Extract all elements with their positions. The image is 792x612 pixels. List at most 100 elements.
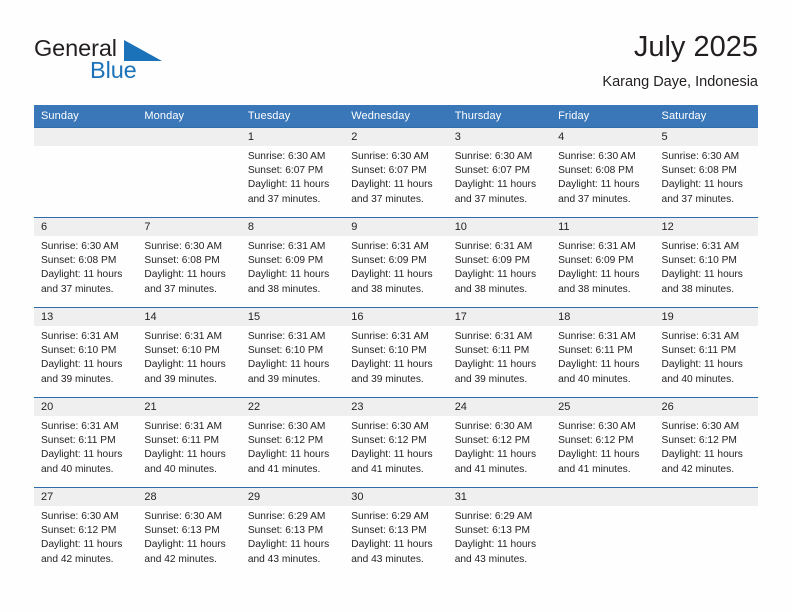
calendar-day-cell[interactable]: 4 Sunrise: 6:30 AM Sunset: 6:08 PM Daylight… <box>551 127 655 218</box>
day-daylight-text: and 39 minutes. <box>351 373 424 385</box>
calendar-day-cell[interactable]: 6 Sunrise: 6:30 AM Sunset: 6:08 PM Daylight… <box>34 217 138 308</box>
calendar-day-cell[interactable]: 12 Sunrise: 6:31 AM Sunset: 6:10 PM Dayligh… <box>654 217 758 308</box>
day-number: 20 <box>34 398 138 416</box>
weekday-header-thursday: Thursday <box>447 105 552 128</box>
day-daylight-text: and 37 minutes. <box>558 193 631 205</box>
day-daylight-text: and 43 minutes. <box>247 553 321 565</box>
calendar-day-cell[interactable]: 23 Sunrise: 6:30 AM Sunset: 6:12 PM Dayligh… <box>344 397 448 488</box>
page-title: July 2025 <box>633 31 758 63</box>
calendar-day-cell[interactable]: 3 Sunrise: 6:30 AM Sunset: 6:07 PM Daylight… <box>447 127 552 218</box>
day-sunset-text: Sunset: 6:09 PM <box>558 255 634 267</box>
day-sunrise-text: Sunrise: 6:30 AM <box>41 241 119 252</box>
day-daylight-text: Daylight: 11 hours <box>661 449 743 461</box>
day-number: 16 <box>344 308 448 326</box>
calendar-day-cell[interactable]: 27 Sunrise: 6:30 AM Sunset: 6:12 PM Dayligh… <box>34 487 138 578</box>
day-number: 5 <box>654 128 758 146</box>
day-sunset-text: Sunset: 6:13 PM <box>247 525 324 537</box>
day-sunset-text: Sunset: 6:11 PM <box>454 345 530 357</box>
day-number: 3 <box>447 128 552 146</box>
day-sunrise-text: Sunrise: 6:29 AM <box>454 511 533 522</box>
day-daylight-text: and 42 minutes. <box>41 553 114 565</box>
day-number: 12 <box>654 218 758 236</box>
title-block: July 2025 Karang Daye, Indonesia <box>602 30 758 92</box>
calendar-day-cell[interactable]: 10 Sunrise: 6:31 AM Sunset: 6:09 PM Dayligh… <box>447 217 552 308</box>
calendar-day-cell[interactable]: 31 Sunrise: 6:29 AM Sunset: 6:13 PM Dayligh… <box>447 487 552 578</box>
day-sunset-text: Sunset: 6:13 PM <box>144 525 220 537</box>
day-number <box>34 128 138 146</box>
calendar-day-cell[interactable]: 15 Sunrise: 6:31 AM Sunset: 6:10 PM Dayligh… <box>240 307 345 398</box>
calendar-day-cell[interactable]: 5 Sunrise: 6:30 AM Sunset: 6:08 PM Daylight… <box>654 127 758 218</box>
day-number <box>654 488 758 506</box>
calendar-day-cell[interactable]: 28 Sunrise: 6:30 AM Sunset: 6:13 PM Dayligh… <box>137 487 241 578</box>
day-number: 28 <box>137 488 241 506</box>
calendar-day-cell[interactable]: 24 Sunrise: 6:30 AM Sunset: 6:12 PM Dayligh… <box>447 397 552 488</box>
calendar-day-cell[interactable]: 16 Sunrise: 6:31 AM Sunset: 6:10 PM Dayligh… <box>344 307 448 398</box>
day-details: Sunrise: 6:31 AM Sunset: 6:09 PM Daylight:… <box>551 236 654 297</box>
day-daylight-text: and 37 minutes. <box>144 283 217 295</box>
day-details: Sunrise: 6:31 AM Sunset: 6:11 PM Daylight:… <box>34 416 137 477</box>
day-details: Sunrise: 6:31 AM Sunset: 6:11 PM Daylight:… <box>137 416 240 477</box>
day-details: Sunrise: 6:31 AM Sunset: 6:11 PM Daylight:… <box>448 326 551 387</box>
day-daylight-text: Daylight: 11 hours <box>247 449 330 461</box>
day-daylight-text: Daylight: 11 hours <box>558 269 640 281</box>
calendar-body: 1 Sunrise: 6:30 AM Sunset: 6:07 PM Daylight… <box>34 127 758 578</box>
day-sunset-text: Sunset: 6:10 PM <box>247 345 324 357</box>
calendar-day-cell[interactable]: 26 Sunrise: 6:30 AM Sunset: 6:12 PM Dayligh… <box>654 397 758 488</box>
calendar-day-cell[interactable]: 30 Sunrise: 6:29 AM Sunset: 6:13 PM Dayligh… <box>344 487 448 578</box>
day-sunrise-text: Sunrise: 6:30 AM <box>454 151 533 162</box>
calendar-header-row: Sunday Monday Tuesday Wednesday Thursday Frid… <box>34 105 758 128</box>
day-daylight-text: and 43 minutes. <box>454 553 528 565</box>
weekday-header-tuesday: Tuesday <box>240 105 345 128</box>
calendar-day-cell[interactable]: 7 Sunrise: 6:30 AM Sunset: 6:08 PM Daylight… <box>137 217 241 308</box>
day-sunrise-text: Sunrise: 6:31 AM <box>41 331 119 342</box>
general-blue-logo[interactable]: General Blue <box>34 36 264 88</box>
calendar-day-cell[interactable]: 17 Sunrise: 6:31 AM Sunset: 6:11 PM Dayligh… <box>447 307 552 398</box>
day-details: Sunrise: 6:31 AM Sunset: 6:11 PM Daylight:… <box>551 326 654 387</box>
day-sunset-text: Sunset: 6:09 PM <box>454 255 531 267</box>
day-sunrise-text: Sunrise: 6:31 AM <box>661 331 740 342</box>
day-daylight-text: Daylight: 11 hours <box>351 179 433 191</box>
calendar-day-cell[interactable]: 21 Sunrise: 6:31 AM Sunset: 6:11 PM Dayligh… <box>137 397 241 488</box>
calendar-day-cell[interactable]: 20 Sunrise: 6:31 AM Sunset: 6:11 PM Dayligh… <box>34 397 138 488</box>
day-sunrise-text: Sunrise: 6:30 AM <box>558 421 636 432</box>
calendar-day-cell[interactable]: 11 Sunrise: 6:31 AM Sunset: 6:09 PM Dayligh… <box>551 217 655 308</box>
day-daylight-text: Daylight: 11 hours <box>144 539 226 551</box>
day-number: 25 <box>551 398 655 416</box>
day-sunset-text: Sunset: 6:10 PM <box>351 345 427 357</box>
calendar-day-cell-empty <box>34 127 138 218</box>
day-sunrise-text: Sunrise: 6:30 AM <box>247 421 326 432</box>
day-sunrise-text: Sunrise: 6:31 AM <box>351 331 429 342</box>
calendar-day-cell[interactable]: 25 Sunrise: 6:30 AM Sunset: 6:12 PM Dayligh… <box>551 397 655 488</box>
calendar-day-cell[interactable]: 19 Sunrise: 6:31 AM Sunset: 6:11 PM Dayligh… <box>654 307 758 398</box>
day-number: 14 <box>137 308 241 326</box>
calendar-day-cell[interactable]: 8 Sunrise: 6:31 AM Sunset: 6:09 PM Daylight… <box>240 217 345 308</box>
day-details: Sunrise: 6:30 AM Sunset: 6:12 PM Daylight:… <box>551 416 654 477</box>
day-sunrise-text: Sunrise: 6:31 AM <box>351 241 429 252</box>
day-details: Sunrise: 6:30 AM Sunset: 6:08 PM Daylight:… <box>137 236 240 297</box>
calendar-day-cell[interactable]: 22 Sunrise: 6:30 AM Sunset: 6:12 PM Dayligh… <box>240 397 345 488</box>
day-sunset-text: Sunset: 6:12 PM <box>247 435 324 447</box>
day-details: Sunrise: 6:29 AM Sunset: 6:13 PM Daylight:… <box>448 506 551 567</box>
calendar-day-cell[interactable]: 1 Sunrise: 6:30 AM Sunset: 6:07 PM Daylight… <box>240 127 345 218</box>
calendar-day-cell[interactable]: 9 Sunrise: 6:31 AM Sunset: 6:09 PM Daylight… <box>344 217 448 308</box>
weekday-header-sunday: Sunday <box>34 105 138 128</box>
day-daylight-text: and 39 minutes. <box>247 373 321 385</box>
day-sunrise-text: Sunrise: 6:31 AM <box>144 331 223 342</box>
calendar-day-cell[interactable]: 13 Sunrise: 6:31 AM Sunset: 6:10 PM Dayligh… <box>34 307 138 398</box>
weekday-header-friday: Friday <box>551 105 655 128</box>
day-details: Sunrise: 6:30 AM Sunset: 6:08 PM Daylight:… <box>34 236 137 297</box>
day-daylight-text: Daylight: 11 hours <box>41 269 123 281</box>
day-sunset-text: Sunset: 6:10 PM <box>41 345 117 357</box>
day-details: Sunrise: 6:30 AM Sunset: 6:08 PM Daylight:… <box>655 146 758 207</box>
day-daylight-text: Daylight: 11 hours <box>144 269 226 281</box>
calendar-day-cell[interactable]: 18 Sunrise: 6:31 AM Sunset: 6:11 PM Dayligh… <box>551 307 655 398</box>
calendar-day-cell[interactable]: 29 Sunrise: 6:29 AM Sunset: 6:13 PM Dayligh… <box>240 487 345 578</box>
day-number: 29 <box>240 488 345 506</box>
day-daylight-text: and 39 minutes. <box>144 373 217 385</box>
day-number: 11 <box>551 218 655 236</box>
calendar-day-cell[interactable]: 2 Sunrise: 6:30 AM Sunset: 6:07 PM Daylight… <box>344 127 448 218</box>
day-daylight-text: and 38 minutes. <box>351 283 424 295</box>
day-number: 22 <box>240 398 345 416</box>
calendar-day-cell[interactable]: 14 Sunrise: 6:31 AM Sunset: 6:10 PM Dayligh… <box>137 307 241 398</box>
day-number: 8 <box>240 218 345 236</box>
